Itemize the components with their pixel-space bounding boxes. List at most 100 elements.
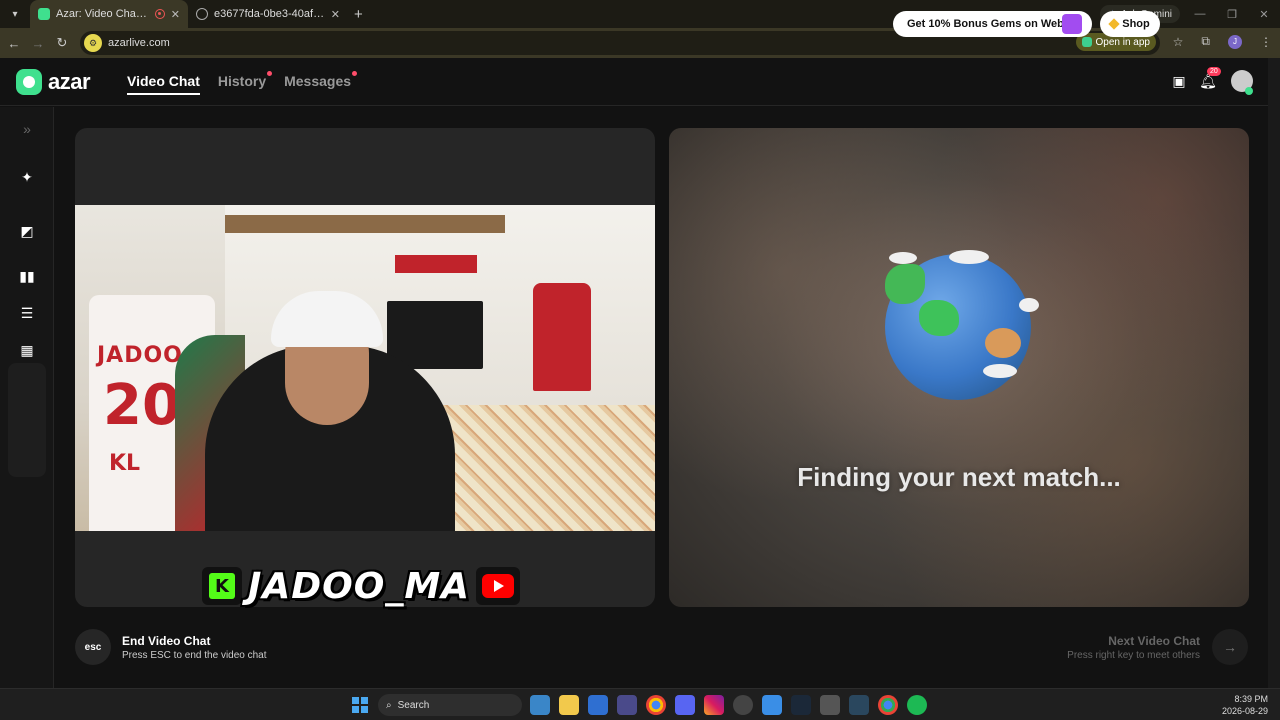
tab-search-icon[interactable]: ▾	[6, 5, 24, 23]
clock-app-icon[interactable]	[733, 695, 753, 715]
inbox-icon[interactable]: ▣	[1169, 71, 1189, 91]
layout-grid-icon[interactable]: ▦	[13, 336, 41, 364]
gem-icon	[1108, 18, 1120, 30]
nav-label: History	[217, 73, 267, 89]
globe-cloud	[889, 252, 917, 264]
globe-cloud	[983, 364, 1017, 378]
url-text: azarlive.com	[108, 37, 170, 49]
steam-alt-icon[interactable]	[849, 695, 869, 715]
partner-video-panel: Finding your next match...	[669, 128, 1249, 607]
tab-azar[interactable]: Azar: Video Chat with New ✕	[30, 0, 188, 28]
kick-letter: K	[209, 573, 235, 599]
online-status-dot	[1245, 87, 1253, 95]
taskbar-apps	[530, 695, 927, 715]
close-window-icon[interactable]: ✕	[1248, 8, 1280, 21]
spotify-icon[interactable]	[907, 695, 927, 715]
window-controls: — ❐ ✕	[1184, 0, 1280, 28]
tv	[387, 301, 483, 369]
globe-land	[885, 264, 925, 304]
globe-cloud	[949, 250, 989, 264]
page-scrollbar[interactable]	[1268, 58, 1280, 688]
windows-start-icon[interactable]	[352, 697, 368, 713]
jersey-extra: KL	[109, 451, 141, 476]
open-in-app-label: Open in app	[1095, 36, 1151, 48]
finding-match-text: Finding your next match...	[797, 462, 1121, 492]
streamer-overlay: K JADOO_MA	[202, 565, 521, 607]
close-tab-icon[interactable]: ✕	[331, 8, 340, 21]
file-explorer-icon[interactable]	[559, 695, 579, 715]
kick-logo-icon: K	[202, 567, 242, 605]
nav-messages[interactable]: Messages	[284, 71, 358, 95]
cloud-app-icon[interactable]	[762, 695, 782, 715]
my-camera-panel: JADOO 20 KL	[75, 128, 655, 607]
next-chat-arrow-icon[interactable]: →	[1212, 629, 1248, 665]
store-icon[interactable]	[617, 695, 637, 715]
layout-side-by-side-icon[interactable]: ▮▮	[13, 262, 41, 290]
shop-button[interactable]: Shop	[1100, 11, 1160, 37]
minimize-icon[interactable]: —	[1184, 8, 1216, 20]
extensions-icon[interactable]: ⧉	[1201, 34, 1210, 49]
end-chat-button[interactable]: esc	[75, 629, 111, 665]
photos-icon[interactable]	[530, 695, 550, 715]
globe-favicon-icon	[196, 8, 208, 20]
azar-favicon-icon	[38, 8, 50, 20]
discord-icon[interactable]	[675, 695, 695, 715]
next-chat-hint: Press right key to meet others	[1067, 650, 1200, 661]
search-icon: ⌕	[386, 699, 392, 711]
jersey-name: JADOO	[97, 343, 183, 368]
site-info-icon[interactable]: ⚙	[84, 34, 102, 52]
azar-logo[interactable]: azar	[16, 69, 91, 95]
expand-sidebar-icon[interactable]: »	[13, 115, 41, 143]
end-chat-title: End Video Chat	[122, 634, 211, 648]
restore-icon[interactable]: ❐	[1216, 8, 1248, 21]
close-tab-icon[interactable]: ✕	[171, 8, 180, 21]
search-label: Search	[397, 699, 430, 711]
taskbar-search[interactable]: ⌕ Search	[378, 694, 522, 716]
azar-logo-icon	[16, 69, 42, 95]
mail-icon[interactable]	[588, 695, 608, 715]
chrome-active-icon[interactable]	[878, 695, 898, 715]
jersey-number: 20	[103, 373, 181, 438]
reload-icon[interactable]: ↻	[50, 35, 74, 51]
toolbar-right: ☆ ⧉ J ⋮	[1173, 34, 1272, 49]
nav-video-chat[interactable]: Video Chat	[127, 73, 200, 95]
bonus-gems-promo-button[interactable]: Get 10% Bonus Gems on Web!	[893, 11, 1092, 37]
layout-group	[8, 363, 46, 477]
notification-count-badge: 20	[1207, 67, 1221, 76]
azar-app-icon	[1081, 37, 1092, 47]
more-menu-icon[interactable]: ⋮	[1260, 35, 1272, 49]
esc-label: esc	[84, 641, 102, 653]
logo-text: azar	[48, 69, 91, 94]
nav-history[interactable]: History	[217, 71, 273, 95]
main-nav: Video Chat History Messages	[127, 71, 358, 95]
bed	[435, 405, 655, 531]
next-chat-title: Next Video Chat	[1108, 634, 1200, 648]
bookmark-star-icon[interactable]: ☆	[1173, 35, 1184, 49]
red-jersey	[533, 283, 591, 391]
tab-title: e3677fda-0be3-40af-88b8-010	[214, 8, 325, 20]
photo-shelf	[225, 215, 505, 233]
back-icon[interactable]: ←	[2, 36, 26, 51]
instagram-icon[interactable]	[704, 695, 724, 715]
chrome-icon[interactable]	[646, 695, 666, 715]
tab-title: Azar: Video Chat with New	[56, 8, 149, 20]
profile-avatar[interactable]: J	[1228, 34, 1242, 49]
new-tab-button[interactable]: +	[354, 6, 363, 23]
windows-taskbar: ⌕ Search 8:39 PM 2026-08-29	[0, 688, 1280, 720]
streamer-name: JADOO_MA	[248, 565, 471, 607]
layout-stacked-icon[interactable]: ☰	[13, 299, 41, 327]
forward-icon[interactable]: →	[26, 36, 50, 51]
steam-icon[interactable]	[791, 695, 811, 715]
clock-date: 2026-08-29	[1221, 706, 1268, 716]
clock-time: 8:39 PM	[1234, 694, 1268, 704]
globe-cloud	[1019, 298, 1039, 312]
snipping-tool-icon[interactable]	[820, 695, 840, 715]
system-clock[interactable]: 8:39 PM 2026-08-29	[1222, 693, 1268, 717]
edit-filter-icon[interactable]: ◩	[13, 217, 41, 245]
tab-document[interactable]: e3677fda-0be3-40af-88b8-010 ✕	[188, 0, 348, 28]
globe-land	[985, 328, 1021, 358]
new-indicator-dot	[352, 71, 358, 76]
promo-label: Get 10% Bonus Gems on Web!	[907, 18, 1068, 30]
nav-label: Video Chat	[127, 73, 200, 89]
magic-wand-icon[interactable]: ✦	[13, 163, 41, 191]
